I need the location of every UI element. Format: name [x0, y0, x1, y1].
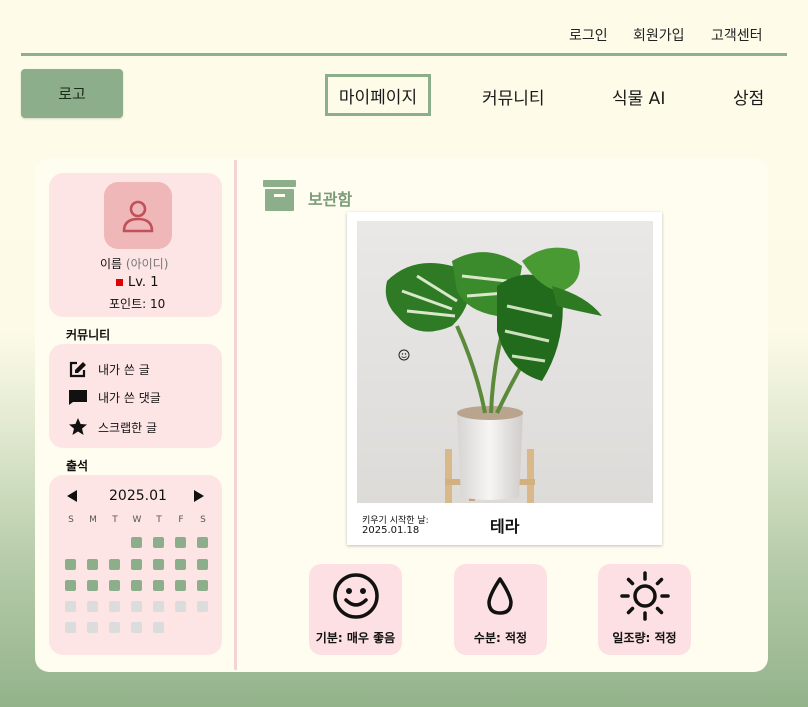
calendar-month: 2025.01 [109, 488, 167, 504]
sunlight-stat[interactable]: 일조량: 적정 [598, 564, 691, 655]
my-comments-label: 내가 쓴 댓글 [98, 391, 161, 405]
level-badge-icon [116, 279, 123, 286]
plant-name: 테라 [490, 517, 520, 536]
scrapped-posts-label: 스크랩한 글 [98, 420, 158, 435]
calendar-day-empty[interactable] [109, 622, 120, 633]
calendar-day-empty[interactable] [197, 601, 208, 612]
calendar-day-empty[interactable] [87, 622, 98, 633]
nav-plant-ai[interactable]: 식물 AI [612, 84, 665, 109]
my-comments-item[interactable]: 내가 쓴 댓글 [68, 389, 161, 406]
calendar-day-attended[interactable] [153, 537, 164, 548]
scrapped-posts-item[interactable]: 스크랩한 글 [68, 418, 157, 436]
logo-button[interactable]: 로고 [21, 69, 123, 118]
calendar-day-empty[interactable] [109, 601, 120, 612]
start-date-value: 2025.01.18 [362, 525, 420, 536]
profile-name: 이름 [100, 257, 123, 271]
nav-shop[interactable]: 상점 [733, 84, 764, 109]
calendar-day-attended[interactable] [87, 559, 98, 570]
sunlight-stat-label: 일조량: 적정 [612, 631, 677, 645]
edit-icon [69, 361, 86, 378]
water-drop-icon [487, 577, 513, 615]
archive-box-icon [263, 180, 296, 211]
prev-month-icon[interactable] [66, 490, 78, 502]
calendar-day-attended[interactable] [65, 580, 76, 591]
calendar-day-attended[interactable] [109, 580, 120, 591]
signup-link[interactable]: 회원가입 [633, 25, 685, 45]
calendar-day-attended[interactable] [131, 580, 142, 591]
weekday-tue: T [112, 515, 118, 525]
weekday-thu: T [156, 515, 162, 525]
profile-level-line: Lv. 1 [116, 275, 158, 290]
calendar-day-attended[interactable] [175, 537, 186, 548]
weekday-sat: S [200, 515, 206, 525]
weekday-wed: W [132, 515, 142, 525]
attendance-section-title: 출석 [66, 459, 89, 473]
sun-icon [620, 571, 670, 621]
calendar-day-attended[interactable] [197, 580, 208, 591]
calendar-day-attended[interactable] [109, 559, 120, 570]
header-divider [21, 53, 787, 56]
nav-mypage[interactable]: 마이페이지 [325, 74, 431, 116]
calendar-day-attended[interactable] [197, 559, 208, 570]
sidebar-divider [234, 160, 237, 670]
nav-mypage-label: 마이페이지 [338, 87, 418, 108]
nav-community[interactable]: 커뮤니티 [482, 84, 545, 109]
login-link[interactable]: 로그인 [569, 25, 608, 45]
calendar-day-attended[interactable] [197, 537, 208, 548]
calendar-day-empty[interactable] [131, 601, 142, 612]
calendar-day-empty[interactable] [153, 622, 164, 633]
calendar-day-attended[interactable] [175, 559, 186, 570]
calendar-day-attended[interactable] [153, 559, 164, 570]
next-month-icon[interactable] [193, 490, 205, 502]
my-posts-item[interactable]: 내가 쓴 글 [68, 360, 150, 379]
water-stat-label: 수분: 적정 [473, 631, 528, 645]
user-icon [122, 200, 154, 232]
calendar-day-attended[interactable] [175, 580, 186, 591]
profile-name-line: 이름 (아이디) [100, 255, 168, 272]
plant-photo [357, 221, 653, 503]
customer-center-link[interactable]: 고객센터 [711, 25, 763, 45]
weekday-fri: F [178, 515, 184, 525]
weekday-header: S M T W T F S [63, 515, 211, 525]
weekday-sun: S [68, 515, 74, 525]
star-icon [69, 418, 87, 435]
profile-id: (아이디) [125, 257, 169, 271]
calendar-day-empty[interactable] [65, 601, 76, 612]
calendar-day-empty[interactable] [175, 601, 186, 612]
mood-stat-label: 기분: 매우 좋음 [315, 631, 396, 645]
profile-points: 포인트: 10 [109, 297, 166, 311]
calendar-day-empty[interactable] [131, 622, 142, 633]
calendar-day-attended[interactable] [65, 559, 76, 570]
logo-label: 로고 [58, 85, 86, 103]
community-section-title: 커뮤니티 [66, 328, 111, 342]
profile-level: Lv. 1 [128, 275, 159, 290]
calendar-day-empty[interactable] [87, 601, 98, 612]
calendar-day-attended[interactable] [131, 537, 142, 548]
avatar[interactable] [104, 182, 172, 249]
comment-icon [69, 390, 87, 405]
weekday-mon: M [89, 515, 97, 525]
calendar-day-empty[interactable] [153, 601, 164, 612]
smile-icon [333, 573, 379, 619]
calendar-day-attended[interactable] [153, 580, 164, 591]
calendar-day-attended[interactable] [87, 580, 98, 591]
calendar-day-empty[interactable] [65, 622, 76, 633]
my-posts-label: 내가 쓴 글 [98, 363, 150, 377]
water-stat[interactable]: 수분: 적정 [454, 564, 547, 655]
storage-title: 보관함 [308, 190, 353, 209]
calendar-day-attended[interactable] [131, 559, 142, 570]
monstera-plant-image [357, 221, 653, 503]
mood-stat[interactable]: 기분: 매우 좋음 [309, 564, 402, 655]
